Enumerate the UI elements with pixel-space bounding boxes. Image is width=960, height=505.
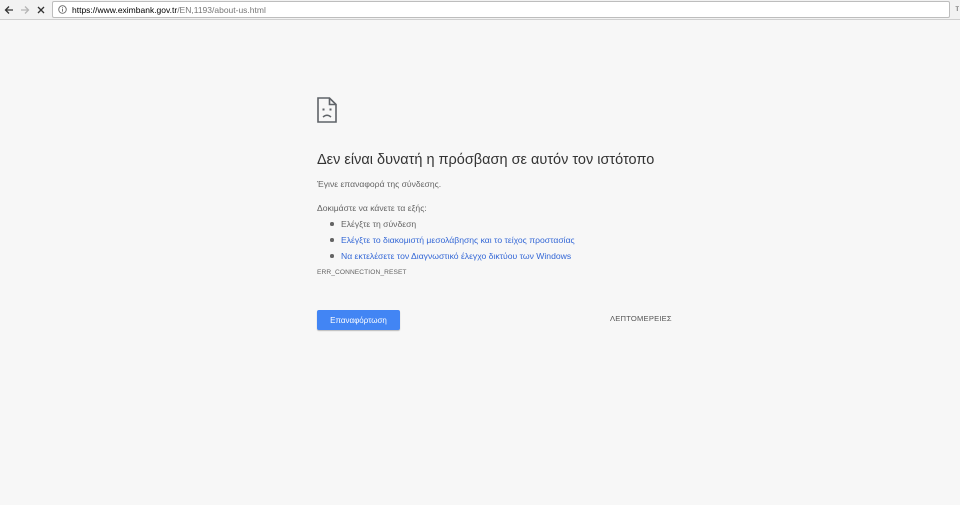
error-heading: Δεν είναι δυνατή η πρόσβαση σε αυτόν τον…	[317, 152, 655, 168]
url-path: /EN,1193/about-us.html	[177, 4, 266, 15]
suggestion-check-proxy-firewall: Ελέγξτε το διακομιστή μεσολάβησης και το…	[330, 233, 575, 247]
error-code: ERR_CONNECTION_RESET	[317, 269, 407, 276]
error-description: Έγινε επαναφορά της σύνδεσης.	[317, 179, 442, 189]
run-network-diagnostics-link[interactable]: Να εκτελέσετε τον Διαγνωστικό έλεγχο δικ…	[341, 251, 571, 261]
check-proxy-firewall-link[interactable]: Ελέγξτε το διακομιστή μεσολάβησης και το…	[341, 235, 575, 245]
address-bar[interactable]: https://www.eximbank.gov.tr/EN,1193/abou…	[52, 1, 950, 18]
suggestion-run-diagnostics: Να εκτελέσετε τον Διαγνωστικό έλεγχο δικ…	[330, 249, 575, 263]
reload-button[interactable]: Επαναφόρτωση	[317, 310, 400, 330]
forward-arrow-icon	[21, 6, 30, 14]
info-icon[interactable]	[57, 5, 67, 15]
stop-icon	[37, 6, 45, 14]
url-host: https://www.eximbank.gov.tr	[72, 4, 178, 15]
browser-toolbar: https://www.eximbank.gov.tr/EN,1193/abou…	[0, 0, 960, 20]
suggestions-list: Ελέγξτε τη σύνδεση Ελέγξτε το διακομιστή…	[330, 217, 575, 265]
sad-page-icon	[317, 97, 337, 123]
toolbar-edge-glyph: т	[955, 4, 959, 13]
back-arrow-icon	[4, 6, 13, 14]
error-content: Δεν είναι δυνατή η πρόσβαση σε αυτόν τον…	[317, 97, 677, 330]
suggestion-check-connection: Ελέγξτε τη σύνδεση	[330, 217, 575, 231]
url-text: https://www.eximbank.gov.tr/EN,1193/abou…	[72, 5, 266, 15]
suggestions-label: Δοκιμάστε να κάνετε τα εξής:	[317, 203, 427, 213]
details-button[interactable]: ΛΕΠΤΟΜΕΡΕΙΕΣ	[610, 314, 672, 323]
stop-button[interactable]	[32, 1, 50, 19]
